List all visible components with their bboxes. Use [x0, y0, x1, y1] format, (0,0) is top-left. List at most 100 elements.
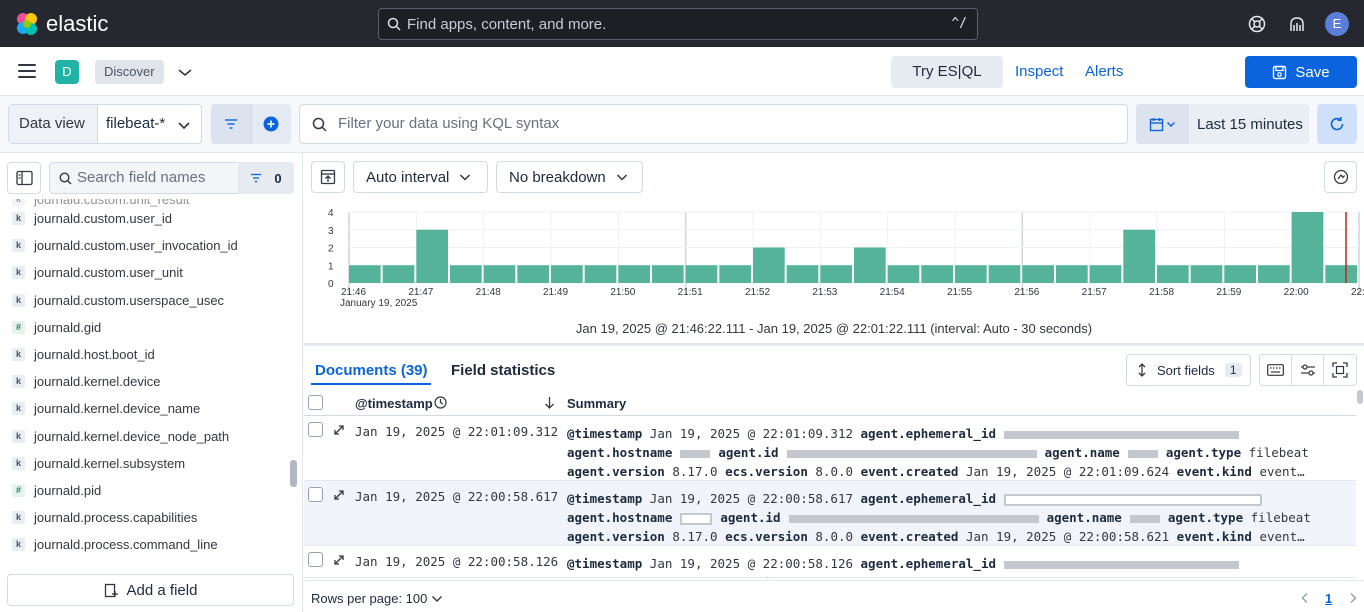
add-filter-button[interactable]	[251, 104, 291, 144]
field-item[interactable]: k journald.custom.user_id	[0, 205, 172, 232]
histogram-bar[interactable]	[719, 265, 751, 283]
hamburger-menu-icon[interactable]	[18, 64, 36, 78]
histogram-bar[interactable]	[517, 265, 549, 283]
inspect-link[interactable]: Inspect	[1015, 63, 1063, 80]
time-range-label[interactable]: Last 15 minutes	[1189, 116, 1303, 133]
histogram-bar[interactable]	[652, 265, 684, 283]
select-all-checkbox[interactable]	[308, 395, 323, 410]
sort-descending-icon[interactable]	[544, 396, 555, 409]
histogram-bar[interactable]	[551, 265, 583, 283]
sidebar-scrollbar[interactable]	[290, 460, 297, 487]
add-field-button[interactable]: Add a field	[7, 574, 294, 606]
column-header-timestamp[interactable]: @timestamp	[355, 396, 433, 411]
histogram-bar[interactable]	[854, 247, 886, 284]
sort-count-badge: 1	[1224, 363, 1242, 377]
save-button[interactable]: Save	[1245, 56, 1357, 88]
histogram-bar[interactable]	[685, 265, 718, 283]
field-item[interactable]: k journald.kernel.subsystem	[0, 450, 185, 477]
expand-row-icon[interactable]	[333, 489, 345, 501]
histogram-bar[interactable]	[955, 265, 987, 283]
histogram-bar[interactable]	[618, 265, 650, 283]
histogram-bar[interactable]	[450, 265, 482, 283]
interval-select[interactable]: Auto interval	[353, 161, 488, 193]
try-esql-button[interactable]: Try ES|QL	[891, 56, 1003, 88]
histogram-bar[interactable]	[1224, 265, 1256, 283]
display-settings-button[interactable]	[1291, 354, 1324, 386]
ai-assistant-icon[interactable]	[1286, 13, 1308, 35]
chart-options-button[interactable]	[1324, 161, 1357, 193]
refresh-button[interactable]	[1317, 104, 1357, 144]
chevron-down-icon[interactable]	[431, 594, 443, 604]
sort-fields-button[interactable]: Sort fields 1	[1126, 354, 1251, 386]
field-type-filter[interactable]: 0	[238, 162, 294, 194]
histogram-bar[interactable]	[820, 265, 852, 283]
histogram-bar[interactable]	[1258, 265, 1290, 283]
row-select-checkbox[interactable]	[308, 487, 323, 502]
next-page-icon[interactable]	[1348, 592, 1358, 604]
histogram-bar[interactable]	[483, 265, 516, 283]
elastic-logo[interactable]: elastic	[14, 11, 108, 37]
user-avatar[interactable]: E	[1325, 12, 1349, 36]
histogram-bar[interactable]	[753, 247, 785, 284]
field-item[interactable]: k journald.kernel.device	[0, 368, 160, 395]
histogram-bar[interactable]	[1022, 265, 1054, 283]
histogram-bar[interactable]	[1157, 265, 1189, 283]
histogram-bar[interactable]	[584, 265, 617, 283]
field-item[interactable]: k journald.host.boot_id	[0, 341, 155, 368]
histogram-bar[interactable]	[1325, 265, 1357, 283]
field-item[interactable]: k journald.process.command_line	[0, 531, 218, 558]
previous-page-icon[interactable]	[1300, 592, 1310, 604]
histogram-bar[interactable]	[416, 229, 448, 283]
keyboard-shortcuts-button[interactable]	[1259, 354, 1292, 386]
alerts-link[interactable]: Alerts	[1085, 63, 1123, 80]
tab-documents[interactable]: Documents (39)	[315, 362, 428, 379]
expand-row-icon[interactable]	[333, 554, 345, 566]
kql-query-input[interactable]: Filter your data using KQL syntax	[299, 104, 1128, 144]
row-select-checkbox[interactable]	[308, 552, 323, 567]
histogram-bar[interactable]	[887, 265, 920, 283]
breakdown-select[interactable]: No breakdown	[496, 161, 643, 193]
table-row[interactable]: Jan 19, 2025 @ 22:01:09.312 @timestamp Ja…	[304, 416, 1356, 481]
field-item[interactable]: k journald.custom.userspace_usec	[0, 287, 224, 314]
histogram-toggle-button[interactable]	[311, 161, 345, 193]
column-header-summary[interactable]: Summary	[567, 396, 626, 411]
histogram-bar[interactable]	[1291, 212, 1324, 283]
field-item[interactable]: k journald.custom.user_unit	[0, 259, 183, 286]
field-item[interactable]: k journald.kernel.device_node_path	[0, 423, 229, 450]
histogram-bar[interactable]	[786, 265, 819, 283]
histogram-bar[interactable]	[988, 265, 1021, 283]
histogram-bar[interactable]	[1089, 265, 1122, 283]
field-item[interactable]: # journald.pid	[0, 477, 101, 504]
date-picker[interactable]: Last 15 minutes	[1136, 104, 1309, 144]
collapse-sidebar-button[interactable]	[7, 162, 41, 194]
grid-scrollbar[interactable]	[1357, 390, 1363, 404]
field-item[interactable]: k journald.custom.user_invocation_id	[0, 232, 238, 259]
global-search-input[interactable]: Find apps, content, and more. ^/	[378, 8, 978, 40]
field-item[interactable]: k journald.kernel.device_name	[0, 395, 200, 422]
data-view-picker[interactable]: Data view filebeat-*	[8, 104, 202, 144]
histogram-bar[interactable]	[382, 265, 415, 283]
histogram-bar[interactable]	[921, 265, 953, 283]
field-item[interactable]: k journald.process.capabilities	[0, 504, 197, 531]
chevron-down-icon[interactable]	[177, 64, 193, 80]
table-row[interactable]: Jan 19, 2025 @ 22:00:58.126 @timestamp Ja…	[304, 546, 1356, 578]
field-item[interactable]: # journald.gid	[0, 314, 101, 341]
histogram-bar[interactable]	[1056, 265, 1088, 283]
space-avatar[interactable]: D	[55, 60, 79, 84]
help-icon[interactable]	[1246, 13, 1268, 35]
fullscreen-button[interactable]	[1323, 354, 1357, 386]
filter-menu-button[interactable]	[211, 104, 251, 144]
breadcrumb-discover[interactable]: Discover	[95, 60, 164, 84]
expand-row-icon[interactable]	[333, 424, 345, 436]
histogram-chart[interactable]: 4 3 2 1 0 21:46 21:47 21:48 21:49 21:50 21:51 21:52…	[304, 200, 1364, 312]
table-row[interactable]: Jan 19, 2025 @ 22:00:58.617 @timestamp Ja…	[304, 481, 1356, 546]
rows-per-page-select[interactable]: Rows per page: 100	[311, 591, 427, 606]
quick-select-button[interactable]	[1136, 104, 1189, 144]
histogram-bar[interactable]	[349, 265, 381, 283]
tab-field-statistics[interactable]: Field statistics	[451, 362, 555, 379]
row-select-checkbox[interactable]	[308, 422, 323, 437]
histogram-bar[interactable]	[1123, 229, 1155, 283]
current-page[interactable]: 1	[1325, 591, 1332, 606]
histogram-bar[interactable]	[1190, 265, 1223, 283]
resize-divider[interactable]	[304, 343, 1364, 346]
